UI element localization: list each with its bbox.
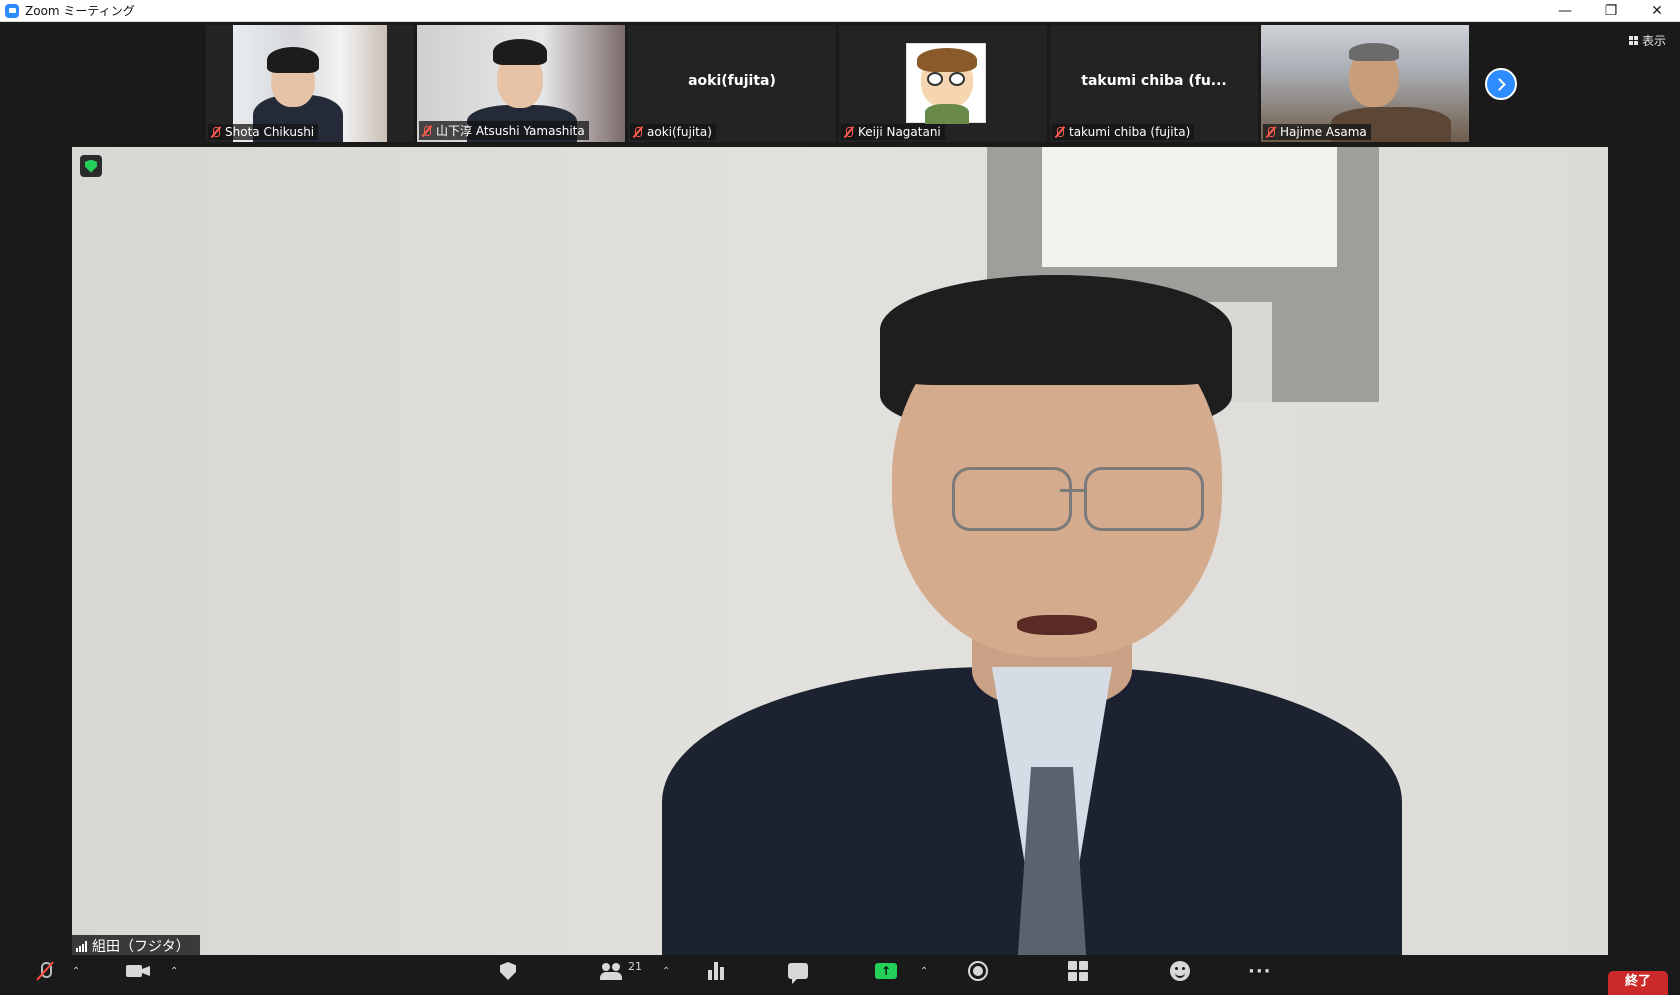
participant-name-label: Keiji Nagatani — [841, 124, 945, 140]
participant-name-label: aoki(fujita) — [630, 124, 716, 140]
reaction-emoji-icon — [1170, 961, 1190, 981]
participant-strip: Shota Chikushi 山下淳 Atsushi Yamashita aok… — [206, 25, 1469, 143]
next-page-button[interactable] — [1485, 68, 1517, 100]
record-button[interactable] — [968, 959, 988, 983]
security-shield-icon — [500, 962, 516, 980]
chevron-up-icon: ⌃ — [72, 965, 81, 977]
end-meeting-button[interactable]: 終了 — [1608, 971, 1668, 995]
view-button[interactable]: 表示 — [1628, 32, 1666, 49]
video-camera-icon — [126, 964, 150, 978]
breakout-rooms-icon — [1068, 961, 1088, 981]
muted-mic-icon — [843, 126, 855, 138]
more-dots-icon: ··· — [1248, 960, 1272, 982]
muted-mic-icon — [1054, 126, 1066, 138]
participant-display-name: takumi chiba (fu... — [1081, 73, 1227, 89]
poll-chart-icon — [708, 962, 726, 980]
participant-display-name: aoki(fujita) — [688, 73, 776, 89]
muted-mic-icon — [210, 126, 222, 138]
participant-name-label: takumi chiba (fujita) — [1052, 124, 1195, 140]
breakout-rooms-button[interactable] — [1068, 959, 1088, 983]
signal-strength-icon — [76, 940, 87, 952]
participants-button[interactable]: 21 — [600, 959, 642, 983]
participants-options-caret[interactable]: ⌃ — [662, 959, 670, 983]
chat-button[interactable] — [788, 959, 808, 983]
chevron-right-icon — [1493, 77, 1506, 91]
participants-count: 21 — [628, 959, 642, 973]
chat-bubble-icon — [788, 963, 808, 979]
window-title: Zoom ミーティング — [25, 4, 135, 18]
chevron-up-icon: ⌃ — [170, 965, 179, 977]
muted-microphone-icon — [36, 961, 54, 981]
share-screen-button[interactable]: ↑ — [875, 959, 897, 983]
participant-name-label: 山下淳 Atsushi Yamashita — [419, 121, 589, 140]
participant-tile[interactable]: Shota Chikushi — [206, 25, 414, 142]
zoom-app-icon — [5, 3, 19, 18]
polls-button[interactable] — [708, 959, 726, 983]
participant-tile[interactable]: takumi chiba (fu... takumi chiba (fujita… — [1050, 25, 1258, 142]
minimize-button[interactable]: — — [1542, 0, 1588, 22]
participant-tile[interactable]: 山下淳 Atsushi Yamashita — [417, 25, 625, 142]
title-bar: Zoom ミーティング — ❐ ✕ — [0, 0, 1680, 22]
encryption-badge[interactable] — [80, 155, 102, 177]
participant-tile[interactable]: Keiji Nagatani — [839, 25, 1047, 142]
security-button[interactable] — [500, 959, 516, 983]
muted-mic-icon — [421, 125, 433, 137]
speaker-name-label: 組田（フジタ） — [72, 935, 200, 957]
participant-tile[interactable]: aoki(fujita) aoki(fujita) — [628, 25, 836, 142]
cartoon-avatar — [906, 43, 986, 124]
muted-mic-icon — [1265, 126, 1277, 138]
chevron-up-icon: ⌃ — [662, 965, 671, 977]
participant-name-label: Hajime Asama — [1263, 124, 1371, 140]
video-button[interactable] — [126, 959, 150, 983]
participant-name-label: Shota Chikushi — [208, 124, 319, 140]
meeting-stage: 表示 Shota Chikushi 山下淳 Atsushi Yamashita … — [0, 22, 1680, 957]
view-button-label: 表示 — [1641, 34, 1666, 48]
window-controls: — ❐ ✕ — [1542, 0, 1680, 22]
share-options-caret[interactable]: ⌃ — [920, 959, 928, 983]
muted-mic-icon — [632, 126, 644, 138]
grid-view-icon — [1628, 36, 1638, 45]
shield-check-icon — [85, 159, 97, 173]
close-button[interactable]: ✕ — [1634, 0, 1680, 22]
video-options-caret[interactable]: ⌃ — [170, 959, 178, 983]
restore-button[interactable]: ❐ — [1588, 0, 1634, 22]
meeting-toolbar: ⌃ ⌃ 21 ⌃ ↑ ⌃ ··· 終了 — [0, 955, 1680, 995]
record-icon — [968, 961, 988, 981]
chevron-up-icon: ⌃ — [920, 965, 929, 977]
share-screen-icon: ↑ — [875, 963, 897, 979]
participants-icon — [600, 962, 624, 980]
more-button[interactable]: ··· — [1248, 959, 1272, 983]
reactions-button[interactable] — [1170, 959, 1190, 983]
mute-button[interactable] — [36, 959, 54, 983]
participant-tile[interactable]: Hajime Asama — [1261, 25, 1469, 142]
active-speaker-video[interactable]: 組田（フジタ） — [72, 147, 1608, 957]
audio-options-caret[interactable]: ⌃ — [72, 959, 80, 983]
